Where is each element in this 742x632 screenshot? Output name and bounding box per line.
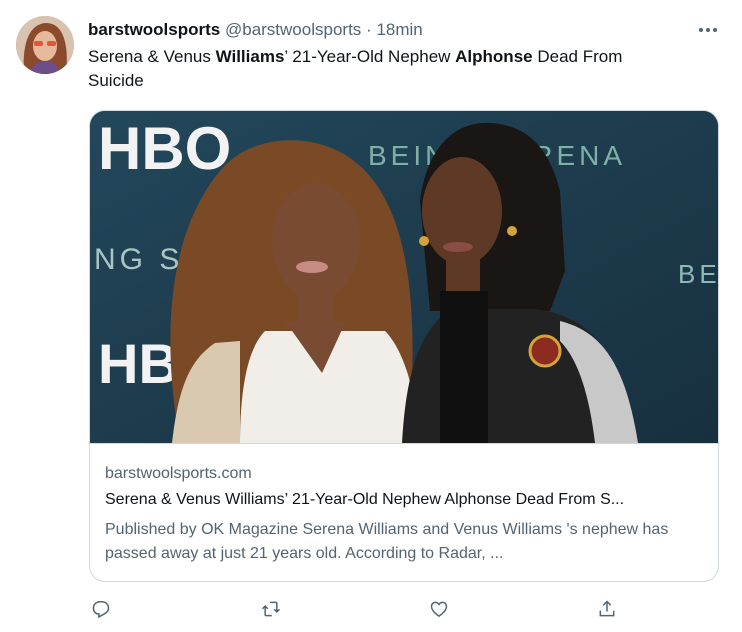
backdrop-text: BE — [678, 259, 719, 289]
tweet-header: barstwoolsports @barstwoolsports · 18min — [88, 19, 726, 41]
timestamp[interactable]: 18min — [376, 20, 422, 39]
share-icon — [599, 600, 615, 617]
heart-icon — [430, 601, 448, 617]
tweet-text-bold: Alphonse — [455, 47, 533, 66]
tweet-text-part: Serena & Venus — [88, 47, 216, 66]
tweet-text-bold: Williams — [215, 47, 285, 66]
retweet-icon — [261, 601, 281, 617]
card-description: Published by OK Magazine Serena Williams… — [105, 521, 669, 562]
card-image[interactable]: HBO BEING SERENA NG SE BE HBO — [90, 111, 719, 444]
more-options-button[interactable] — [694, 16, 722, 44]
card-domain: barstwoolsports.com — [105, 465, 252, 482]
card-title: Serena & Venus Williams’ 21-Year-Old Nep… — [105, 491, 625, 508]
link-card[interactable]: HBO BEING SERENA NG SE BE HBO barstwools… — [89, 110, 719, 582]
separator: · — [366, 20, 372, 39]
reply-button[interactable] — [88, 596, 114, 622]
like-button[interactable] — [426, 596, 452, 622]
more-horizontal-icon — [699, 28, 703, 32]
share-button[interactable] — [594, 596, 620, 622]
card-body[interactable]: barstwoolsports.com Serena & Venus Willi… — [90, 443, 718, 581]
tweet-text-part: ’ 21-Year-Old Nephew — [284, 47, 456, 66]
display-name[interactable]: barstwoolsports — [88, 20, 220, 39]
tweet[interactable]: barstwoolsports @barstwoolsports · 18min… — [0, 0, 742, 632]
reply-icon — [92, 601, 110, 619]
handle[interactable]: @barstwoolsports — [225, 20, 361, 39]
tweet-text: Serena & Venus Williams’ 21-Year-Old Nep… — [88, 45, 648, 93]
retweet-button[interactable] — [258, 596, 284, 622]
tweet-actions — [88, 596, 628, 622]
avatar[interactable] — [16, 16, 74, 74]
hbo-logo-text: HBO — [98, 115, 231, 182]
